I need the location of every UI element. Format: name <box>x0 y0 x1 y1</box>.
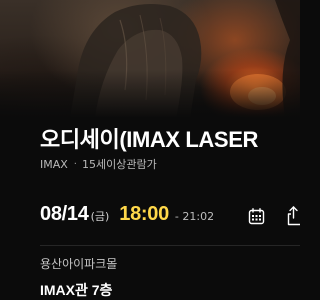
movie-title: 오디세이(IMAX LASER <box>40 127 258 152</box>
show-start-time: 18:00 <box>119 203 169 225</box>
screen-name: IMAX관 7층 <box>40 282 113 298</box>
format-label: IMAX <box>40 157 68 171</box>
movie-detail-screen: 오디세이(IMAX LASER IMAX · 15세이상관람가 08/14 (금… <box>0 0 300 300</box>
add-to-calendar-button[interactable] <box>246 206 266 226</box>
show-end-time: - 21:02 <box>174 210 215 223</box>
movie-meta: IMAX · 15세이상관람가 <box>40 157 157 172</box>
meta-separator-dot: · <box>73 158 77 170</box>
cinema-name: 용산아이파크몰 <box>40 257 118 271</box>
showtime-row: 08/14 (금) 18:00 - 21:02 <box>40 203 214 229</box>
section-divider <box>40 245 300 246</box>
poster-gradient-fade <box>0 70 300 118</box>
share-button[interactable] <box>287 205 300 227</box>
movie-poster <box>0 0 300 118</box>
calendar-icon <box>248 207 264 224</box>
show-date: 08/14 <box>40 203 89 225</box>
show-weekday: (금) <box>90 210 110 223</box>
age-rating-label: 15세이상관람가 <box>81 158 157 171</box>
share-icon <box>287 206 300 226</box>
